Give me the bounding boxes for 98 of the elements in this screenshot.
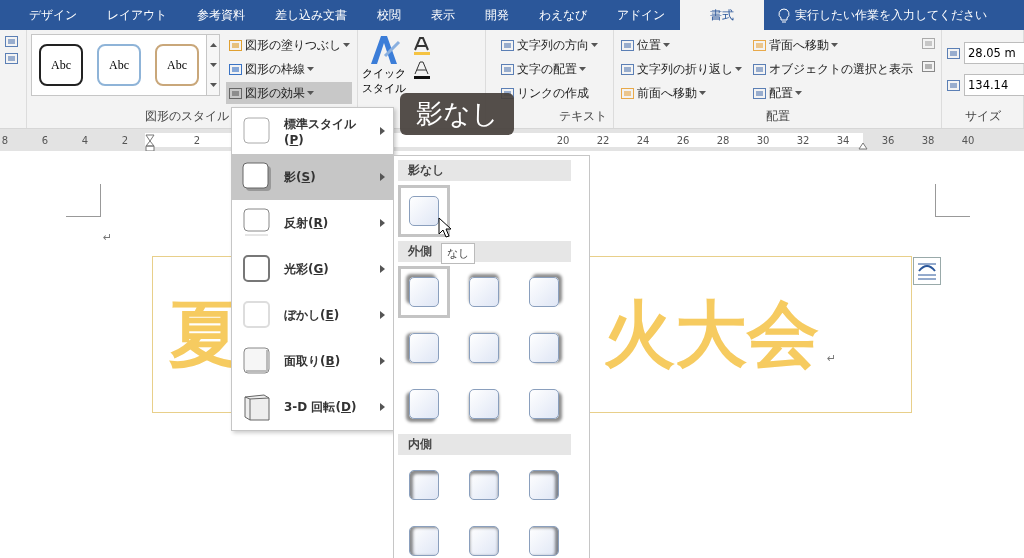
menu-item[interactable]: 標準スタイル(P) [232,108,393,154]
shadow-preset[interactable] [398,185,450,237]
caret-icon [699,91,706,95]
height-field[interactable]: 28.05 m [964,42,1024,64]
lightbulb-icon [778,7,790,23]
arrange-command-button[interactable]: オブジェクトの選択と表示 [750,58,915,80]
ribbon-tab[interactable]: デザイン [14,0,92,30]
shape-command-button[interactable]: 図形の塗りつぶし [226,34,352,56]
ribbon-tab[interactable]: 参考資料 [182,0,260,30]
group-label: テキスト [559,108,607,125]
paragraph-mark: ↵ [103,231,113,244]
group-label: 配置 [765,108,790,125]
ruler-number: 30 [755,134,771,146]
margin-corner-mark [935,184,970,217]
bevel-icon [242,346,272,376]
caret-icon [307,91,314,95]
arrange-command-button[interactable]: 前面へ移動 [618,82,744,104]
gallery-scrollbar[interactable] [207,34,220,96]
heading-text: 火大会 [603,290,819,378]
menu-item[interactable]: 3-D 回転(D) [232,384,393,430]
paragraph-mark: ↵ [827,352,837,365]
text-command-button[interactable]: 文字の配置 [498,58,600,80]
caret-icon [795,91,802,95]
text-command-button[interactable]: 文字列の方向 [498,34,600,56]
submenu-arrow-icon [380,357,385,365]
caret-icon [663,43,670,47]
ribbon-tab[interactable]: 表示 [416,0,470,30]
ruler-number: 36 [880,134,896,146]
reflection-icon [242,208,272,238]
cursor-icon [438,217,452,239]
caret-icon [579,67,586,71]
menu-item[interactable]: 光彩(G) [232,246,393,292]
shape-command-button[interactable]: 図形の枠線 [226,58,352,80]
ribbon-tab[interactable]: 校閲 [362,0,416,30]
style-preset[interactable]: Abc [39,44,83,86]
ruler-number: 28 [715,134,731,146]
indent-marker[interactable] [145,134,155,152]
ruler-number: 32 [795,134,811,146]
submenu-arrow-icon [380,127,385,135]
ruler-number: 8 [0,134,10,146]
ruler-number: 4 [80,134,90,146]
ribbon-tab[interactable]: 開発 [470,0,524,30]
style-preset[interactable]: Abc [97,44,141,86]
layout-options-icon[interactable] [913,257,941,285]
arrange-command-button[interactable]: 位置 [618,34,744,56]
shape-command-button[interactable]: 図形の効果 [226,82,352,104]
ruler-number: 6 [40,134,50,146]
ruler-number: 26 [675,134,691,146]
caret-icon [735,67,742,71]
caret-icon [343,43,350,47]
ribbon-tab[interactable]: わえなび [524,0,602,30]
submenu-arrow-icon [380,265,385,273]
ribbon-tab[interactable]: レイアウト [92,0,182,30]
soft-edges-icon [242,300,272,330]
style-preset[interactable]: Abc [155,44,199,86]
group-label: サイズ [964,108,1001,125]
ruler-number: 2 [192,134,202,146]
ruler-number: 24 [635,134,651,146]
ruler-number: 22 [595,134,611,146]
submenu-arrow-icon [380,173,385,181]
caret-icon [209,63,217,67]
margin-corner-mark [66,184,101,217]
ribbon-tab[interactable]: 書式 [680,0,764,30]
cube-icon [242,392,272,422]
glow-icon [242,254,272,284]
tooltip: なし [441,243,475,264]
arrange-command-button[interactable]: 配置 [750,82,915,104]
preset-icon [242,116,272,146]
menu-item[interactable]: ぼかし(E) [232,292,393,338]
shadow-preset[interactable] [398,266,450,318]
submenu-arrow-icon [380,219,385,227]
caret-icon [831,43,838,47]
tell-me-field[interactable]: 実行したい作業を入力してください [795,6,987,24]
ruler-number: 2 [120,134,130,146]
caret-icon [307,67,314,71]
shadow-icon [242,162,272,192]
caret-icon [591,43,598,47]
caret-icon [209,83,217,87]
arrange-command-button[interactable]: 文字列の折り返し [618,58,744,80]
menu-item[interactable]: 反射(R) [232,200,393,246]
ruler-number: 34 [835,134,851,146]
submenu-arrow-icon [380,311,385,319]
section-header: 影なし [398,160,571,181]
ruler-number: 38 [920,134,936,146]
section-header: 内側 [398,434,571,455]
menu-item[interactable]: 面取り(B) [232,338,393,384]
group-label: 図形のスタイル [145,108,229,125]
quick-style-button[interactable]: クイック スタイル [362,66,406,96]
submenu-arrow-icon [380,403,385,411]
menu-item[interactable]: 影(S) [232,154,393,200]
ruler-number: 40 [960,134,976,146]
width-field[interactable]: 134.14 [964,74,1024,96]
tooltip: 影なし [400,93,514,135]
ribbon-tab[interactable]: アドイン [602,0,680,30]
ruler-number: 20 [555,134,571,146]
arrange-command-button[interactable]: 背面へ移動 [750,34,915,56]
scroll-up-icon [209,43,217,47]
ribbon-tab[interactable]: 差し込み文書 [260,0,362,30]
